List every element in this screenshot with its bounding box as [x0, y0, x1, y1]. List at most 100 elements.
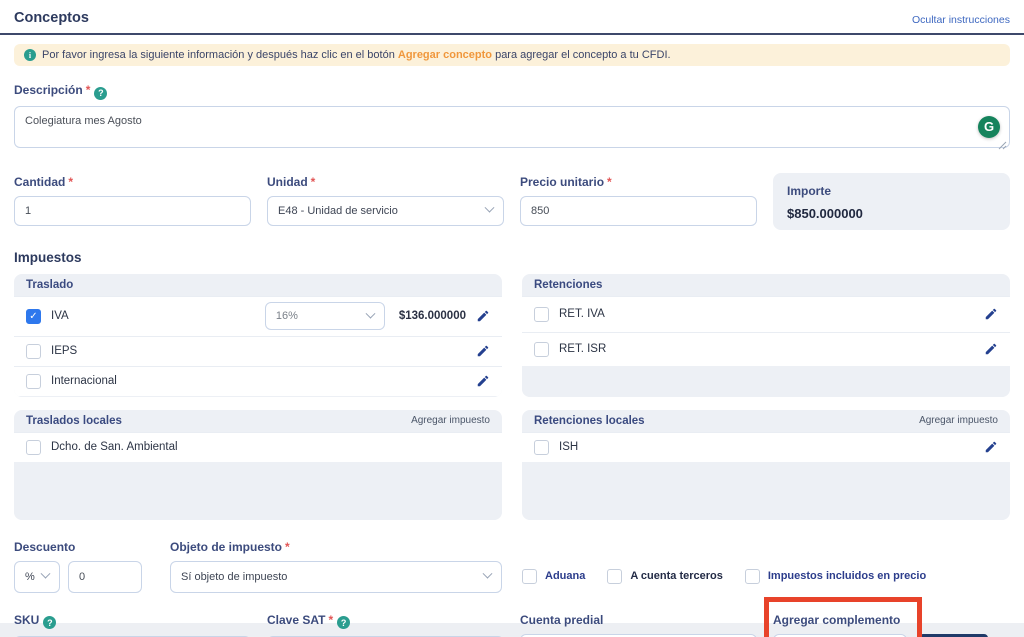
retenciones-locales-panel: Retenciones locales Agregar impuesto ISH [522, 410, 1010, 520]
descuento-label: Descuento [14, 540, 75, 554]
precio-unitario-label: Precio unitario* [520, 175, 612, 189]
precio-unitario-input[interactable] [520, 196, 757, 226]
a-cuenta-terceros-label: A cuenta terceros [630, 570, 723, 582]
edit-pencil-icon[interactable] [984, 307, 998, 321]
cantidad-input[interactable] [14, 196, 251, 226]
internacional-checkbox[interactable] [26, 374, 41, 389]
objeto-impuesto-field: Objeto de impuesto* Sí objeto de impuest… [170, 538, 502, 593]
local-tax-panels: Traslados locales Agregar impuesto Dcho.… [0, 410, 1024, 520]
panel-filler [522, 366, 1010, 397]
retenciones-panel: Retenciones RET. IVA RET. ISR [522, 274, 1010, 397]
iva-amount: $136.000000 [399, 310, 466, 322]
panel-filler [522, 462, 1010, 520]
unidad-select[interactable]: E48 - Unidad de servicio [267, 196, 504, 226]
impuestos-incluidos-checkbox[interactable] [745, 569, 760, 584]
edit-pencil-icon[interactable] [984, 440, 998, 454]
tax-row-iva: IVA 16% $136.000000 [14, 296, 502, 336]
ret-iva-checkbox[interactable] [534, 307, 549, 322]
panel-filler [14, 462, 502, 520]
banner-text: Por favor ingresa la siguiente informaci… [42, 49, 671, 61]
chevron-down-icon [365, 308, 375, 318]
agregar-complemento-field: Agregar complemento Selecciona Agregar [773, 611, 1010, 637]
dcho-san-ambiental-checkbox[interactable] [26, 440, 41, 455]
cantidad-field: Cantidad* [14, 173, 251, 226]
edit-pencil-icon[interactable] [984, 342, 998, 356]
objeto-impuesto-label: Objeto de impuesto* [170, 540, 290, 554]
amount-row: Cantidad* Unidad* E48 - Unidad de servic… [0, 173, 1024, 230]
edit-pencil-icon[interactable] [476, 374, 490, 388]
importe-label: Importe [787, 184, 831, 198]
traslados-locales-panel: Traslados locales Agregar impuesto Dcho.… [14, 410, 502, 520]
descuento-field: Descuento % [14, 538, 142, 593]
impuestos-incluidos-option: Impuestos incluidos en precio [745, 569, 926, 584]
grammarly-icon[interactable]: G [978, 116, 1000, 138]
aduana-checkbox[interactable] [522, 569, 537, 584]
descuento-input[interactable] [68, 561, 142, 593]
iva-label: IVA [51, 310, 255, 322]
tax-row-ieps: IEPS [14, 336, 502, 366]
descuento-unit-select[interactable]: % [14, 561, 60, 593]
ieps-label: IEPS [51, 345, 466, 357]
ieps-checkbox[interactable] [26, 344, 41, 359]
unidad-label: Unidad* [267, 175, 315, 189]
ret-isr-label: RET. ISR [559, 343, 974, 355]
sku-label: SKU? [14, 613, 56, 630]
panel-filler [14, 396, 502, 397]
clave-sat-label: Clave SAT*? [267, 613, 350, 630]
a-cuenta-terceros-checkbox[interactable] [607, 569, 622, 584]
importe-value: $850.000000 [787, 206, 996, 221]
cuenta-predial-field: Cuenta predial [520, 611, 757, 637]
complemento-select[interactable]: Selecciona [773, 634, 907, 637]
page-header: Conceptos Ocultar instrucciones [0, 0, 1024, 35]
help-icon[interactable]: ? [43, 616, 56, 629]
descripcion-textarea[interactable]: Colegiatura mes Agosto [14, 106, 1010, 148]
tax-row-dcho-san-ambiental: Dcho. de San. Ambiental [14, 432, 502, 462]
a-cuenta-terceros-option: A cuenta terceros [607, 569, 723, 584]
aduana-label: Aduana [545, 570, 585, 582]
clave-sat-field: Clave SAT*? [267, 611, 504, 637]
edit-pencil-icon[interactable] [476, 344, 490, 358]
tax-row-internacional: Internacional [14, 366, 502, 396]
page-title: Conceptos [14, 10, 89, 26]
tax-row-ret-isr: RET. ISR [522, 332, 1010, 366]
iva-checkbox[interactable] [26, 309, 41, 324]
precio-unitario-field: Precio unitario* [520, 173, 757, 226]
options-row: Descuento % Objeto de impuesto* Sí objet… [0, 538, 1024, 593]
cuenta-predial-input[interactable] [520, 634, 757, 637]
agregar-complemento-label: Agregar complemento [773, 613, 900, 627]
chevron-down-icon [483, 569, 493, 579]
agregar-impuesto-link[interactable]: Agregar impuesto [919, 415, 998, 426]
agregar-button[interactable]: Agregar [919, 634, 988, 637]
traslados-locales-header: Traslados locales Agregar impuesto [14, 410, 502, 432]
hide-instructions-link[interactable]: Ocultar instrucciones [912, 14, 1010, 26]
flag-checkboxes: Aduana A cuenta terceros Impuestos inclu… [522, 538, 1010, 593]
ret-iva-label: RET. IVA [559, 308, 974, 320]
help-icon[interactable]: ? [337, 616, 350, 629]
bottom-row: SKU? Clave SAT*? Cuenta predial Agregar … [0, 611, 1024, 637]
internacional-label: Internacional [51, 375, 466, 387]
conceptos-page: Conceptos Ocultar instrucciones i Por fa… [0, 0, 1024, 623]
banner-highlight: Agregar concepto [398, 49, 492, 61]
info-icon: i [24, 49, 36, 61]
help-icon[interactable]: ? [94, 87, 107, 100]
descripcion-label: Descripción*? [14, 83, 107, 97]
resize-handle-icon[interactable] [998, 141, 1007, 150]
tax-panels: Traslado IVA 16% $136.000000 IEPS Intern… [0, 274, 1024, 397]
ish-label: ISH [559, 441, 974, 453]
unidad-field: Unidad* E48 - Unidad de servicio [267, 173, 504, 226]
edit-pencil-icon[interactable] [476, 309, 490, 323]
ret-isr-checkbox[interactable] [534, 342, 549, 357]
iva-rate-select[interactable]: 16% [265, 302, 385, 330]
impuestos-incluidos-label: Impuestos incluidos en precio [768, 570, 926, 582]
objeto-impuesto-select[interactable]: Sí objeto de impuesto [170, 561, 502, 593]
retenciones-header: Retenciones [522, 274, 1010, 296]
chevron-down-icon [485, 203, 495, 213]
ish-checkbox[interactable] [534, 440, 549, 455]
retenciones-locales-header: Retenciones locales Agregar impuesto [522, 410, 1010, 432]
impuestos-title: Impuestos [14, 250, 1010, 265]
chevron-down-icon [41, 569, 51, 579]
cantidad-label: Cantidad* [14, 175, 73, 189]
tax-row-ret-iva: RET. IVA [522, 296, 1010, 332]
agregar-impuesto-link[interactable]: Agregar impuesto [411, 415, 490, 426]
sku-field: SKU? [14, 611, 251, 637]
